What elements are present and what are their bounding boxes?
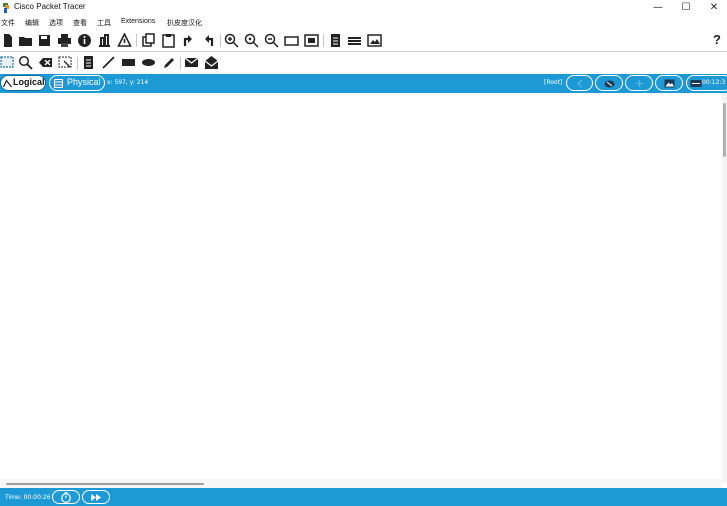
paste-icon[interactable] — [161, 33, 176, 48]
add-simple-pdu-icon[interactable] — [184, 55, 199, 70]
menu-view[interactable]: 查看 — [73, 18, 87, 28]
menu-edit[interactable]: 编辑 — [25, 18, 39, 28]
close-icon: ✕ — [709, 2, 719, 13]
physical-view-icon — [54, 79, 63, 88]
line-icon[interactable] — [101, 55, 116, 70]
zoom-in-icon[interactable] — [224, 33, 239, 48]
close-button[interactable]: ✕ — [700, 0, 727, 16]
help-icon[interactable]: ? — [713, 32, 721, 47]
background-image-icon — [664, 79, 675, 88]
minimize-button[interactable]: — — [644, 0, 672, 16]
status-bar: Time: 00:00:26 — [0, 488, 727, 506]
menu-localization[interactable]: 扒皮度汉化 — [167, 18, 202, 28]
print-icon[interactable] — [57, 33, 72, 48]
menu-options[interactable]: 选项 — [49, 18, 63, 28]
menu-tools[interactable]: 工具 — [97, 18, 111, 28]
back-arrow-icon — [577, 79, 583, 88]
add-complex-pdu-icon[interactable] — [204, 55, 219, 70]
ellipse-icon[interactable] — [141, 55, 156, 70]
tab-physical[interactable]: Physical — [49, 75, 105, 91]
horizontal-scrollbar-thumb[interactable] — [6, 483, 204, 485]
root-breadcrumb[interactable]: [Root] — [544, 79, 562, 86]
menu-file[interactable]: 文件 — [1, 18, 15, 28]
viewport-icon[interactable] — [347, 33, 362, 48]
zoom-reset-icon[interactable] — [244, 33, 259, 48]
cursor-coordinates: x: 597, y: 214 — [107, 79, 149, 86]
back-button[interactable] — [566, 75, 593, 91]
packet-tracer-logo-icon — [3, 3, 9, 13]
set-background-button[interactable] — [655, 75, 683, 91]
note-icon[interactable] — [81, 55, 96, 70]
drawing-palette-icon[interactable] — [284, 33, 299, 48]
clock-icon — [690, 80, 702, 87]
undo-icon[interactable] — [181, 33, 196, 48]
resize-icon[interactable] — [58, 55, 73, 70]
tab-physical-label: Physical — [67, 77, 101, 87]
horizontal-scrollbar[interactable] — [0, 479, 722, 488]
menu-extensions[interactable]: Extensions — [121, 18, 155, 25]
stopwatch-icon — [61, 492, 71, 503]
notes-icon[interactable] — [328, 33, 343, 48]
vertical-scrollbar-thumb[interactable] — [723, 103, 726, 157]
save-icon[interactable] — [37, 33, 52, 48]
toolbar-separator — [180, 57, 181, 70]
clock-readout: 00:12:3 — [702, 79, 726, 86]
toolbar-separator — [220, 34, 221, 47]
zoom-out-icon[interactable] — [264, 33, 279, 48]
maximize-icon: ☐ — [681, 2, 691, 13]
network-info-icon[interactable] — [117, 33, 132, 48]
title-bar: Cisco Packet Tracer — ☐ ✕ — [0, 0, 727, 16]
select-icon[interactable] — [0, 55, 15, 70]
toolbar-separator — [77, 57, 78, 70]
open-folder-icon[interactable] — [18, 33, 33, 48]
logical-workspace-canvas[interactable] — [0, 93, 722, 479]
fast-forward-icon — [91, 494, 101, 501]
activity-wizard-icon[interactable] — [97, 33, 112, 48]
tab-logical[interactable]: Logical — [0, 75, 46, 91]
main-toolbar: ? — [0, 29, 727, 52]
workspace-bar: Logical Physical x: 597, y: 214 [Root] 0… — [0, 74, 727, 93]
custom-device-icon[interactable] — [304, 33, 319, 48]
toolbar-separator — [136, 34, 137, 47]
copy-icon[interactable] — [141, 33, 156, 48]
new-file-icon[interactable] — [0, 33, 15, 48]
simulation-time: Time: 00:00:26 — [5, 494, 51, 501]
minimize-icon: — — [653, 2, 663, 13]
edit-toolbar — [0, 52, 727, 74]
new-cluster-button[interactable] — [595, 75, 623, 91]
delete-icon[interactable] — [38, 55, 53, 70]
cluster-icon — [604, 80, 615, 88]
tab-logical-label: Logical — [13, 77, 45, 87]
move-object-button[interactable] — [625, 75, 653, 91]
menu-bar: 文件 编辑 选项 查看 工具 Extensions 扒皮度汉化 — [0, 16, 727, 29]
fast-forward-button[interactable] — [82, 490, 110, 504]
redo-icon[interactable] — [201, 33, 216, 48]
freeform-icon[interactable] — [161, 55, 176, 70]
rectangle-icon[interactable] — [121, 55, 136, 70]
vertical-scrollbar[interactable] — [722, 93, 727, 483]
move-icon — [636, 80, 643, 87]
toolbar-separator — [323, 34, 324, 47]
screenshot-icon[interactable] — [367, 33, 382, 48]
realtime-mode-button[interactable] — [52, 490, 80, 504]
inspect-icon[interactable] — [18, 55, 33, 70]
info-icon[interactable] — [77, 33, 92, 48]
window-title: Cisco Packet Tracer — [14, 2, 86, 11]
logical-view-icon — [3, 79, 12, 88]
maximize-button[interactable]: ☐ — [672, 0, 700, 16]
